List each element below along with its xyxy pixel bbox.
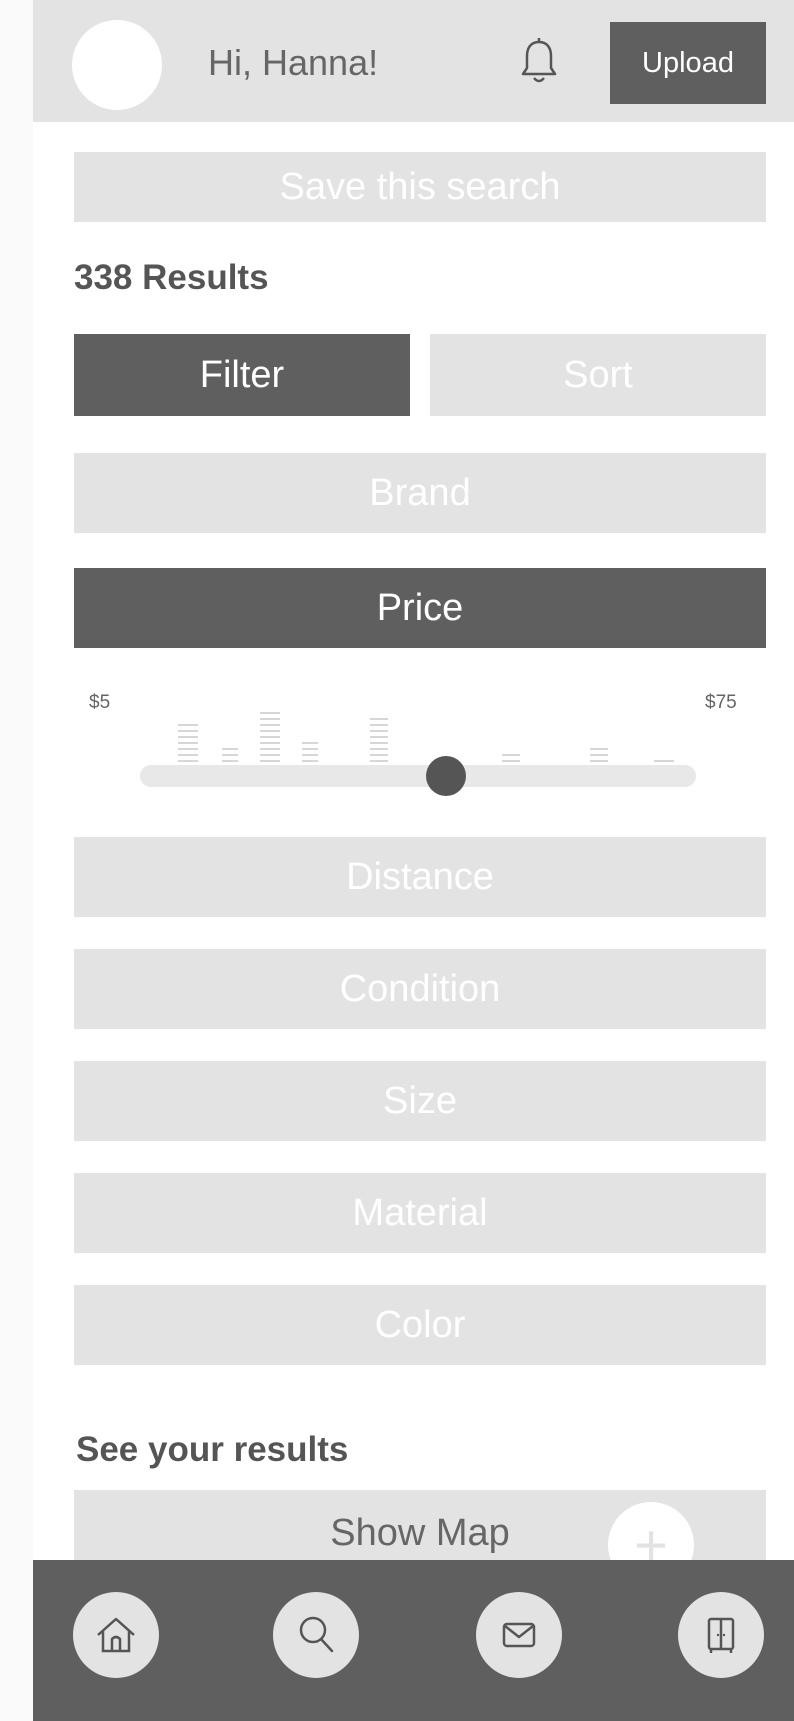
search-icon bbox=[299, 1616, 334, 1653]
nav-closet-button[interactable] bbox=[678, 1592, 764, 1678]
nav-home-button[interactable] bbox=[73, 1592, 159, 1678]
price-histogram bbox=[178, 712, 674, 762]
tab-filter[interactable]: Filter bbox=[74, 334, 410, 416]
avatar[interactable] bbox=[72, 20, 162, 110]
filter-price[interactable]: Price bbox=[74, 568, 766, 648]
greeting-text: Hi, Hanna! bbox=[208, 42, 379, 83]
show-map-button[interactable]: Show Map + bbox=[74, 1490, 766, 1588]
save-search-button[interactable]: Save this search bbox=[74, 152, 766, 222]
nav-mail-button[interactable] bbox=[476, 1592, 562, 1678]
left-margin bbox=[0, 0, 33, 1721]
closet-icon bbox=[707, 1617, 735, 1653]
filter-distance[interactable]: Distance bbox=[74, 837, 766, 917]
upload-button[interactable]: Upload bbox=[610, 22, 766, 104]
home-icon bbox=[97, 1617, 135, 1653]
filter-size[interactable]: Size bbox=[74, 1061, 766, 1141]
nav-search-button[interactable] bbox=[273, 1592, 359, 1678]
price-max-label: $75 bbox=[705, 692, 737, 713]
filter-material[interactable]: Material bbox=[74, 1173, 766, 1253]
price-slider-thumb[interactable] bbox=[425, 756, 466, 796]
see-results-heading: See your results bbox=[76, 1430, 349, 1469]
price-slider-track[interactable] bbox=[140, 765, 696, 787]
price-min-label: $5 bbox=[89, 692, 111, 713]
results-count: 338 Results bbox=[74, 258, 269, 297]
tab-sort[interactable]: Sort bbox=[430, 334, 766, 416]
mail-icon bbox=[502, 1622, 536, 1648]
filter-condition[interactable]: Condition bbox=[74, 949, 766, 1029]
filter-brand[interactable]: Brand bbox=[74, 453, 766, 533]
filter-color[interactable]: Color bbox=[74, 1285, 766, 1365]
bell-icon[interactable] bbox=[520, 36, 558, 86]
